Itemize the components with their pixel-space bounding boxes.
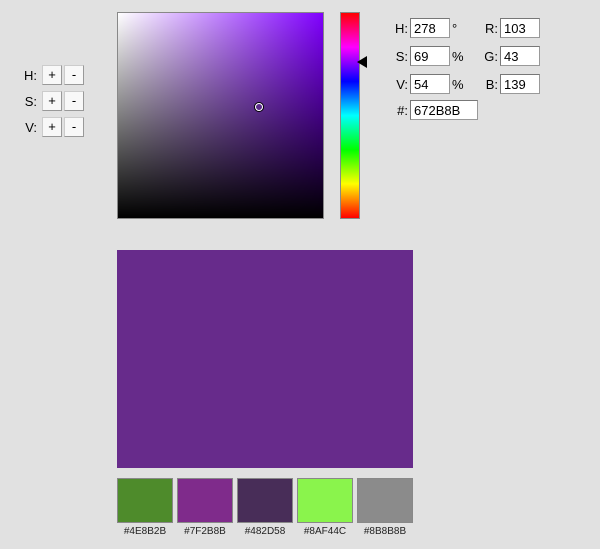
v-label: V: <box>17 120 37 135</box>
v-step-row: V: + - <box>17 116 84 138</box>
b-input[interactable] <box>500 74 540 94</box>
sv-cursor-icon <box>255 103 263 111</box>
swatch-wrap: #4E8B2B <box>117 478 173 537</box>
b-field-label: B: <box>480 77 498 92</box>
s-label: S: <box>17 94 37 109</box>
swatch-wrap: #8AF44C <box>297 478 353 537</box>
hsv-step-controls: H: + - S: + - V: + - <box>17 64 84 142</box>
g-input[interactable] <box>500 46 540 66</box>
s-input[interactable] <box>410 46 450 66</box>
h-plus-button[interactable]: + <box>42 65 62 85</box>
swatch-wrap: #7F2B8B <box>177 478 233 537</box>
degree-unit: ° <box>452 21 466 36</box>
s-minus-button[interactable]: - <box>64 91 84 111</box>
swatch[interactable] <box>237 478 293 523</box>
swatch[interactable] <box>357 478 413 523</box>
h-minus-button[interactable]: - <box>64 65 84 85</box>
sg-row: S: % G: <box>390 44 542 68</box>
vb-row: V: % B: <box>390 72 542 96</box>
hex-label: #: <box>390 103 408 118</box>
g-field-label: G: <box>480 49 498 64</box>
swatch-label: #8AF44C <box>297 526 353 537</box>
h-field-label: H: <box>390 21 408 36</box>
h-label: H: <box>17 68 37 83</box>
hex-row: #: <box>390 100 542 120</box>
hex-input[interactable] <box>410 100 478 120</box>
h-step-row: H: + - <box>17 64 84 86</box>
swatch[interactable] <box>117 478 173 523</box>
color-preview <box>117 250 413 468</box>
v-minus-button[interactable]: - <box>64 117 84 137</box>
r-field-label: R: <box>480 21 498 36</box>
s-plus-button[interactable]: + <box>42 91 62 111</box>
swatch-row: #4E8B2B #7F2B8B #482D58 #8AF44C #8B8B8B <box>117 478 413 537</box>
v-field-label: V: <box>390 77 408 92</box>
saturation-value-field[interactable] <box>117 12 324 219</box>
swatch[interactable] <box>177 478 233 523</box>
s-field-label: S: <box>390 49 408 64</box>
swatch-label: #482D58 <box>237 526 293 537</box>
r-input[interactable] <box>500 18 540 38</box>
hue-strip[interactable] <box>340 12 360 219</box>
percent-unit-v: % <box>452 77 466 92</box>
v-input[interactable] <box>410 74 450 94</box>
hr-row: H: ° R: <box>390 16 542 40</box>
swatch-label: #4E8B2B <box>117 526 173 537</box>
swatch-wrap: #8B8B8B <box>357 478 413 537</box>
swatch-wrap: #482D58 <box>237 478 293 537</box>
s-step-row: S: + - <box>17 90 84 112</box>
v-plus-button[interactable]: + <box>42 117 62 137</box>
swatch-label: #8B8B8B <box>357 526 413 537</box>
swatch[interactable] <box>297 478 353 523</box>
swatch-label: #7F2B8B <box>177 526 233 537</box>
percent-unit-s: % <box>452 49 466 64</box>
h-input[interactable] <box>410 18 450 38</box>
numeric-fields: H: ° R: S: % G: V: % B: #: <box>390 16 542 120</box>
